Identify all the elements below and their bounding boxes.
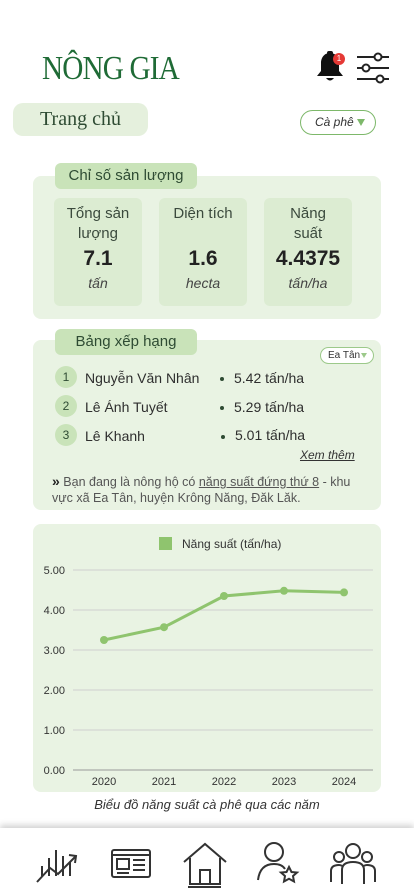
chevron-down-icon	[361, 353, 367, 358]
chevron-down-icon	[357, 119, 365, 126]
stat-unit: tấn/ha	[288, 275, 328, 291]
ranking-note: » Bạn đang là nông hộ có năng suất đứng …	[52, 473, 370, 506]
bottom-nav	[0, 828, 414, 896]
ranking-title: Bảng xếp hạng	[55, 329, 197, 355]
stat-label: Diện tích	[173, 205, 233, 222]
y-tick-label: 0.00	[44, 765, 65, 777]
stat-value: 4.4375	[275, 247, 341, 270]
news-icon[interactable]	[106, 838, 156, 888]
stat-label: Năng suất	[290, 205, 326, 242]
y-tick-label: 5.00	[44, 565, 65, 577]
data-point	[160, 623, 168, 632]
rank-name: Nguyễn Văn Nhân	[85, 370, 200, 386]
stat-total-output: Tổng sản lượng 7.1 tấn	[54, 198, 142, 306]
rank-number: 3	[55, 424, 77, 446]
app-logo: NÔNG GIA	[42, 50, 180, 87]
production-title: Chỉ số sản lượng	[55, 163, 197, 189]
stat-yield: Năng suất 4.4375 tấn/ha	[264, 198, 352, 306]
data-point	[340, 588, 348, 597]
stats-icon[interactable]	[32, 838, 82, 888]
notification-badge: 1	[333, 53, 345, 65]
area-select-value: Ea Tân	[328, 350, 361, 361]
see-more-link[interactable]: Xem thêm	[300, 448, 355, 462]
page-title: Trang chủ	[13, 103, 148, 136]
y-tick-label: 2.00	[44, 685, 65, 697]
bullet	[220, 406, 224, 410]
x-tick-label: 2020	[92, 776, 116, 788]
user-star-icon[interactable]	[254, 838, 304, 888]
legend-swatch	[159, 537, 172, 550]
x-tick-label: 2022	[212, 776, 236, 788]
stat-unit: tấn	[88, 275, 108, 291]
data-point	[220, 592, 228, 600]
rank-name: Lê Ánh Tuyết	[85, 399, 168, 415]
stat-value: 1.6	[188, 247, 218, 270]
bullet	[220, 377, 224, 381]
stat-value: 7.1	[83, 247, 113, 270]
note-prefix: Bạn đang là nông hộ có	[63, 475, 199, 489]
stat-label: Tổng sản lượng	[66, 205, 130, 242]
y-tick-label: 3.00	[44, 645, 65, 657]
crop-select[interactable]: Cà phê	[300, 110, 376, 135]
y-tick-label: 4.00	[44, 605, 65, 617]
data-point	[280, 586, 288, 595]
note-highlight: năng suất đứng thứ 8	[198, 475, 320, 489]
chart-caption: Biểu đồ năng suất cà phê qua các năm	[94, 797, 320, 812]
x-tick-label: 2023	[272, 776, 296, 788]
x-tick-label: 2021	[152, 776, 176, 788]
rank-value: 5.01 tấn/ha	[235, 427, 306, 443]
active-tab-indicator	[188, 886, 221, 888]
data-point	[100, 636, 108, 644]
x-tick-label: 2024	[332, 776, 356, 788]
rank-value: 5.29 tấn/ha	[234, 399, 305, 415]
rank-value: 5.42 tấn/ha	[234, 370, 305, 386]
legend-label: Năng suất (tấn/ha)	[182, 537, 281, 551]
stat-area: Diện tích 1.6 hecta	[159, 198, 247, 306]
yield-line-chart: Năng suất (tấn/ha) 0.00 1.00 2.00 3.00 4.00 5…	[44, 537, 373, 788]
y-tick-label: 1.00	[44, 725, 65, 737]
rank-number: 2	[55, 395, 77, 417]
community-icon[interactable]	[328, 838, 378, 888]
bullet	[221, 435, 225, 439]
stat-unit: hecta	[185, 275, 221, 291]
home-icon[interactable]	[180, 838, 230, 888]
double-chevron-right-icon: »	[52, 473, 60, 489]
filter-settings-icon[interactable]	[356, 52, 390, 84]
rank-number: 1	[55, 366, 77, 388]
area-select[interactable]: Ea Tân	[320, 347, 374, 364]
rank-name: Lê Khanh	[85, 428, 145, 444]
crop-select-value: Cà phê	[315, 115, 354, 129]
